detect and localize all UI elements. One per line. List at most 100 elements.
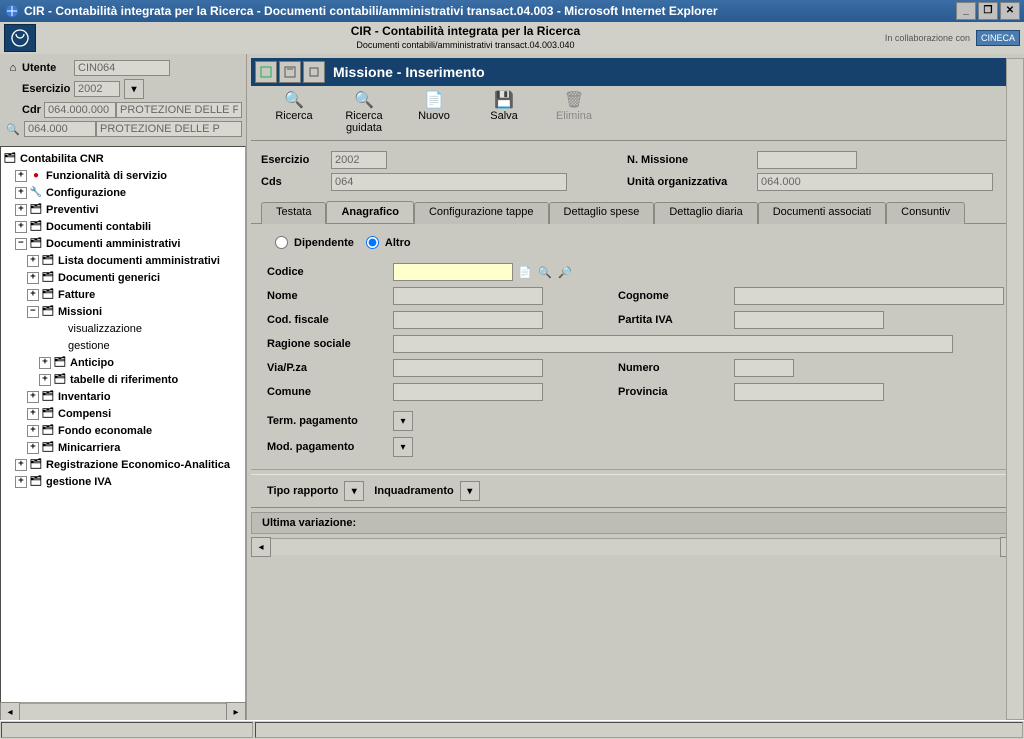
esercizio-dropdown[interactable]: ▾ <box>124 79 144 99</box>
tipo-rapporto-dropdown[interactable]: ▾ <box>344 481 364 501</box>
tree-minicarriera[interactable]: +🗂Minicarriera <box>1 439 245 456</box>
tipo-rapporto-label: Tipo rapporto <box>267 485 338 497</box>
ragsoc-label: Ragione sociale <box>267 338 387 350</box>
ie-icon <box>4 3 20 19</box>
trash-icon: 🗑 <box>564 90 584 110</box>
utente-label: Utente <box>22 62 74 74</box>
tree-registrazione[interactable]: +🗂Registrazione Economico-Analitica <box>1 456 245 473</box>
modpag-label: Mod. pagamento <box>267 441 387 453</box>
radio-altro-label: Altro <box>385 237 411 249</box>
inquadramento-dropdown[interactable]: ▾ <box>460 481 480 501</box>
tree-fatture[interactable]: +🗂Fatture <box>1 286 245 303</box>
esercizio-label: Esercizio <box>22 83 74 95</box>
tab-config-tappe[interactable]: Configurazione tappe <box>414 202 549 224</box>
tree-doc-contabili[interactable]: +🗂Documenti contabili <box>1 218 245 235</box>
radio-dipendente[interactable] <box>275 236 288 249</box>
r-scroll-left-btn[interactable]: ◂ <box>251 537 271 557</box>
window-title-text: CIR - Contabilità integrata per la Ricer… <box>24 0 718 22</box>
tree-preventivi[interactable]: +🗂Preventivi <box>1 201 245 218</box>
tab-doc-associati[interactable]: Documenti associati <box>758 202 886 224</box>
ricerca-guidata-button[interactable]: 🔍 Ricercaguidata <box>341 90 387 134</box>
window-title-bar: CIR - Contabilità integrata per la Ricer… <box>0 0 1024 22</box>
right-pane: Missione - Inserimento 🔍 Ricerca 🔍 Ricer… <box>247 54 1024 720</box>
salva-button[interactable]: 💾 Salva <box>481 90 527 134</box>
codfisc-input <box>393 311 543 329</box>
restore-button[interactable]: ❐ <box>978 2 998 20</box>
tree-gestione[interactable]: gestione <box>1 337 245 354</box>
uo-input <box>757 173 993 191</box>
piva-label: Partita IVA <box>618 314 728 326</box>
tree-tabelle-rif[interactable]: +🗂tabelle di riferimento <box>1 371 245 388</box>
close-button[interactable]: ✕ <box>1000 2 1020 20</box>
tree-configurazione[interactable]: +🔧Configurazione <box>1 184 245 201</box>
tree-root[interactable]: 🗂Contabilita CNR <box>1 150 245 167</box>
radio-altro[interactable] <box>366 236 379 249</box>
tree-gestione-iva[interactable]: +🗂gestione IVA <box>1 473 245 490</box>
left-h-scrollbar[interactable]: ◂▸ <box>0 703 246 720</box>
pt-btn-3[interactable] <box>303 61 325 83</box>
tab-dettaglio-spese[interactable]: Dettaglio spese <box>549 202 655 224</box>
tree-inventario[interactable]: +🗂Inventario <box>1 388 245 405</box>
tree-funzionalita[interactable]: +●Funzionalità di servizio <box>1 167 245 184</box>
nome-label: Nome <box>267 290 387 302</box>
page-title: Missione - Inserimento <box>333 64 485 80</box>
cds-input <box>331 173 567 191</box>
codfisc-label: Cod. fiscale <box>267 314 387 326</box>
n-missione-label: N. Missione <box>627 154 727 166</box>
app-logo <box>4 24 36 52</box>
ricerca-guidata-label: Ricercaguidata <box>345 110 382 134</box>
nuovo-label: Nuovo <box>418 110 450 122</box>
cdr-desc-field <box>116 102 242 118</box>
ricerca-button[interactable]: 🔍 Ricerca <box>271 90 317 134</box>
new-doc-icon: 📄 <box>424 90 444 110</box>
modpag-dropdown[interactable]: ▾ <box>393 437 413 457</box>
tab-consuntivo[interactable]: Consuntiv <box>886 202 965 224</box>
uo-desc-field <box>96 121 242 137</box>
tab-testata[interactable]: Testata <box>261 202 326 224</box>
status-cell-1 <box>1 722 253 738</box>
tree-missioni[interactable]: −🗂Missioni <box>1 303 245 320</box>
tree-doc-amministrativi[interactable]: −🗂Documenti amministrativi <box>1 235 245 252</box>
app-title: CIR - Contabilità integrata per la Ricer… <box>46 24 885 40</box>
tab-anagrafico[interactable]: Anagrafico <box>326 201 413 223</box>
nav-tree[interactable]: 🗂Contabilita CNR +●Funzionalità di servi… <box>0 146 246 703</box>
new-lookup-icon[interactable]: 📄 <box>517 264 533 280</box>
tree-fondo[interactable]: +🗂Fondo economale <box>1 422 245 439</box>
bottom-strip: Tipo rapporto ▾ Inquadramento ▾ <box>251 474 1020 508</box>
cognome-input <box>734 287 1004 305</box>
n-missione-input <box>757 151 857 169</box>
utente-field <box>74 60 170 76</box>
tree-doc-generici[interactable]: +🗂Documenti generici <box>1 269 245 286</box>
uo-field <box>24 121 96 137</box>
binoculars-guided-icon: 🔍 <box>354 90 374 110</box>
tree-compensi[interactable]: +🗂Compensi <box>1 405 245 422</box>
right-h-scrollbar[interactable]: ◂▸ <box>251 538 1020 555</box>
binoculars-icon: 🔍 <box>284 90 304 110</box>
codice-input[interactable] <box>393 263 513 281</box>
right-v-scrollbar[interactable] <box>1006 58 1024 720</box>
left-pane: ⌂ Utente Esercizio ▾ Cdr 🔍 🗂Contabilita … <box>0 54 247 720</box>
tree-lista-doc[interactable]: +🗂Lista documenti amministrativi <box>1 252 245 269</box>
codice-label: Codice <box>267 266 387 278</box>
numero-label: Numero <box>618 362 728 374</box>
cdr-field <box>44 102 116 118</box>
termpag-dropdown[interactable]: ▾ <box>393 411 413 431</box>
elimina-label: Elimina <box>556 110 592 122</box>
pt-btn-1[interactable] <box>255 61 277 83</box>
search2-lookup-icon[interactable]: 🔎 <box>557 264 573 280</box>
scroll-right-btn[interactable]: ▸ <box>226 702 246 720</box>
comune-label: Comune <box>267 386 387 398</box>
uo-label: Unità organizzativa <box>627 176 757 188</box>
search-lookup-icon[interactable]: 🔍 <box>537 264 553 280</box>
numero-input <box>734 359 794 377</box>
tree-visualizzazione[interactable]: visualizzazione <box>1 320 245 337</box>
pt-btn-2[interactable] <box>279 61 301 83</box>
minimize-button[interactable]: _ <box>956 2 976 20</box>
binoculars-icon[interactable]: 🔍 <box>4 123 22 136</box>
via-input <box>393 359 543 377</box>
scroll-left-btn[interactable]: ◂ <box>0 702 20 720</box>
tree-anticipo[interactable]: +🗂Anticipo <box>1 354 245 371</box>
nuovo-button[interactable]: 📄 Nuovo <box>411 90 457 134</box>
tab-dettaglio-diaria[interactable]: Dettaglio diaria <box>654 202 757 224</box>
esercizio-label: Esercizio <box>261 154 331 166</box>
